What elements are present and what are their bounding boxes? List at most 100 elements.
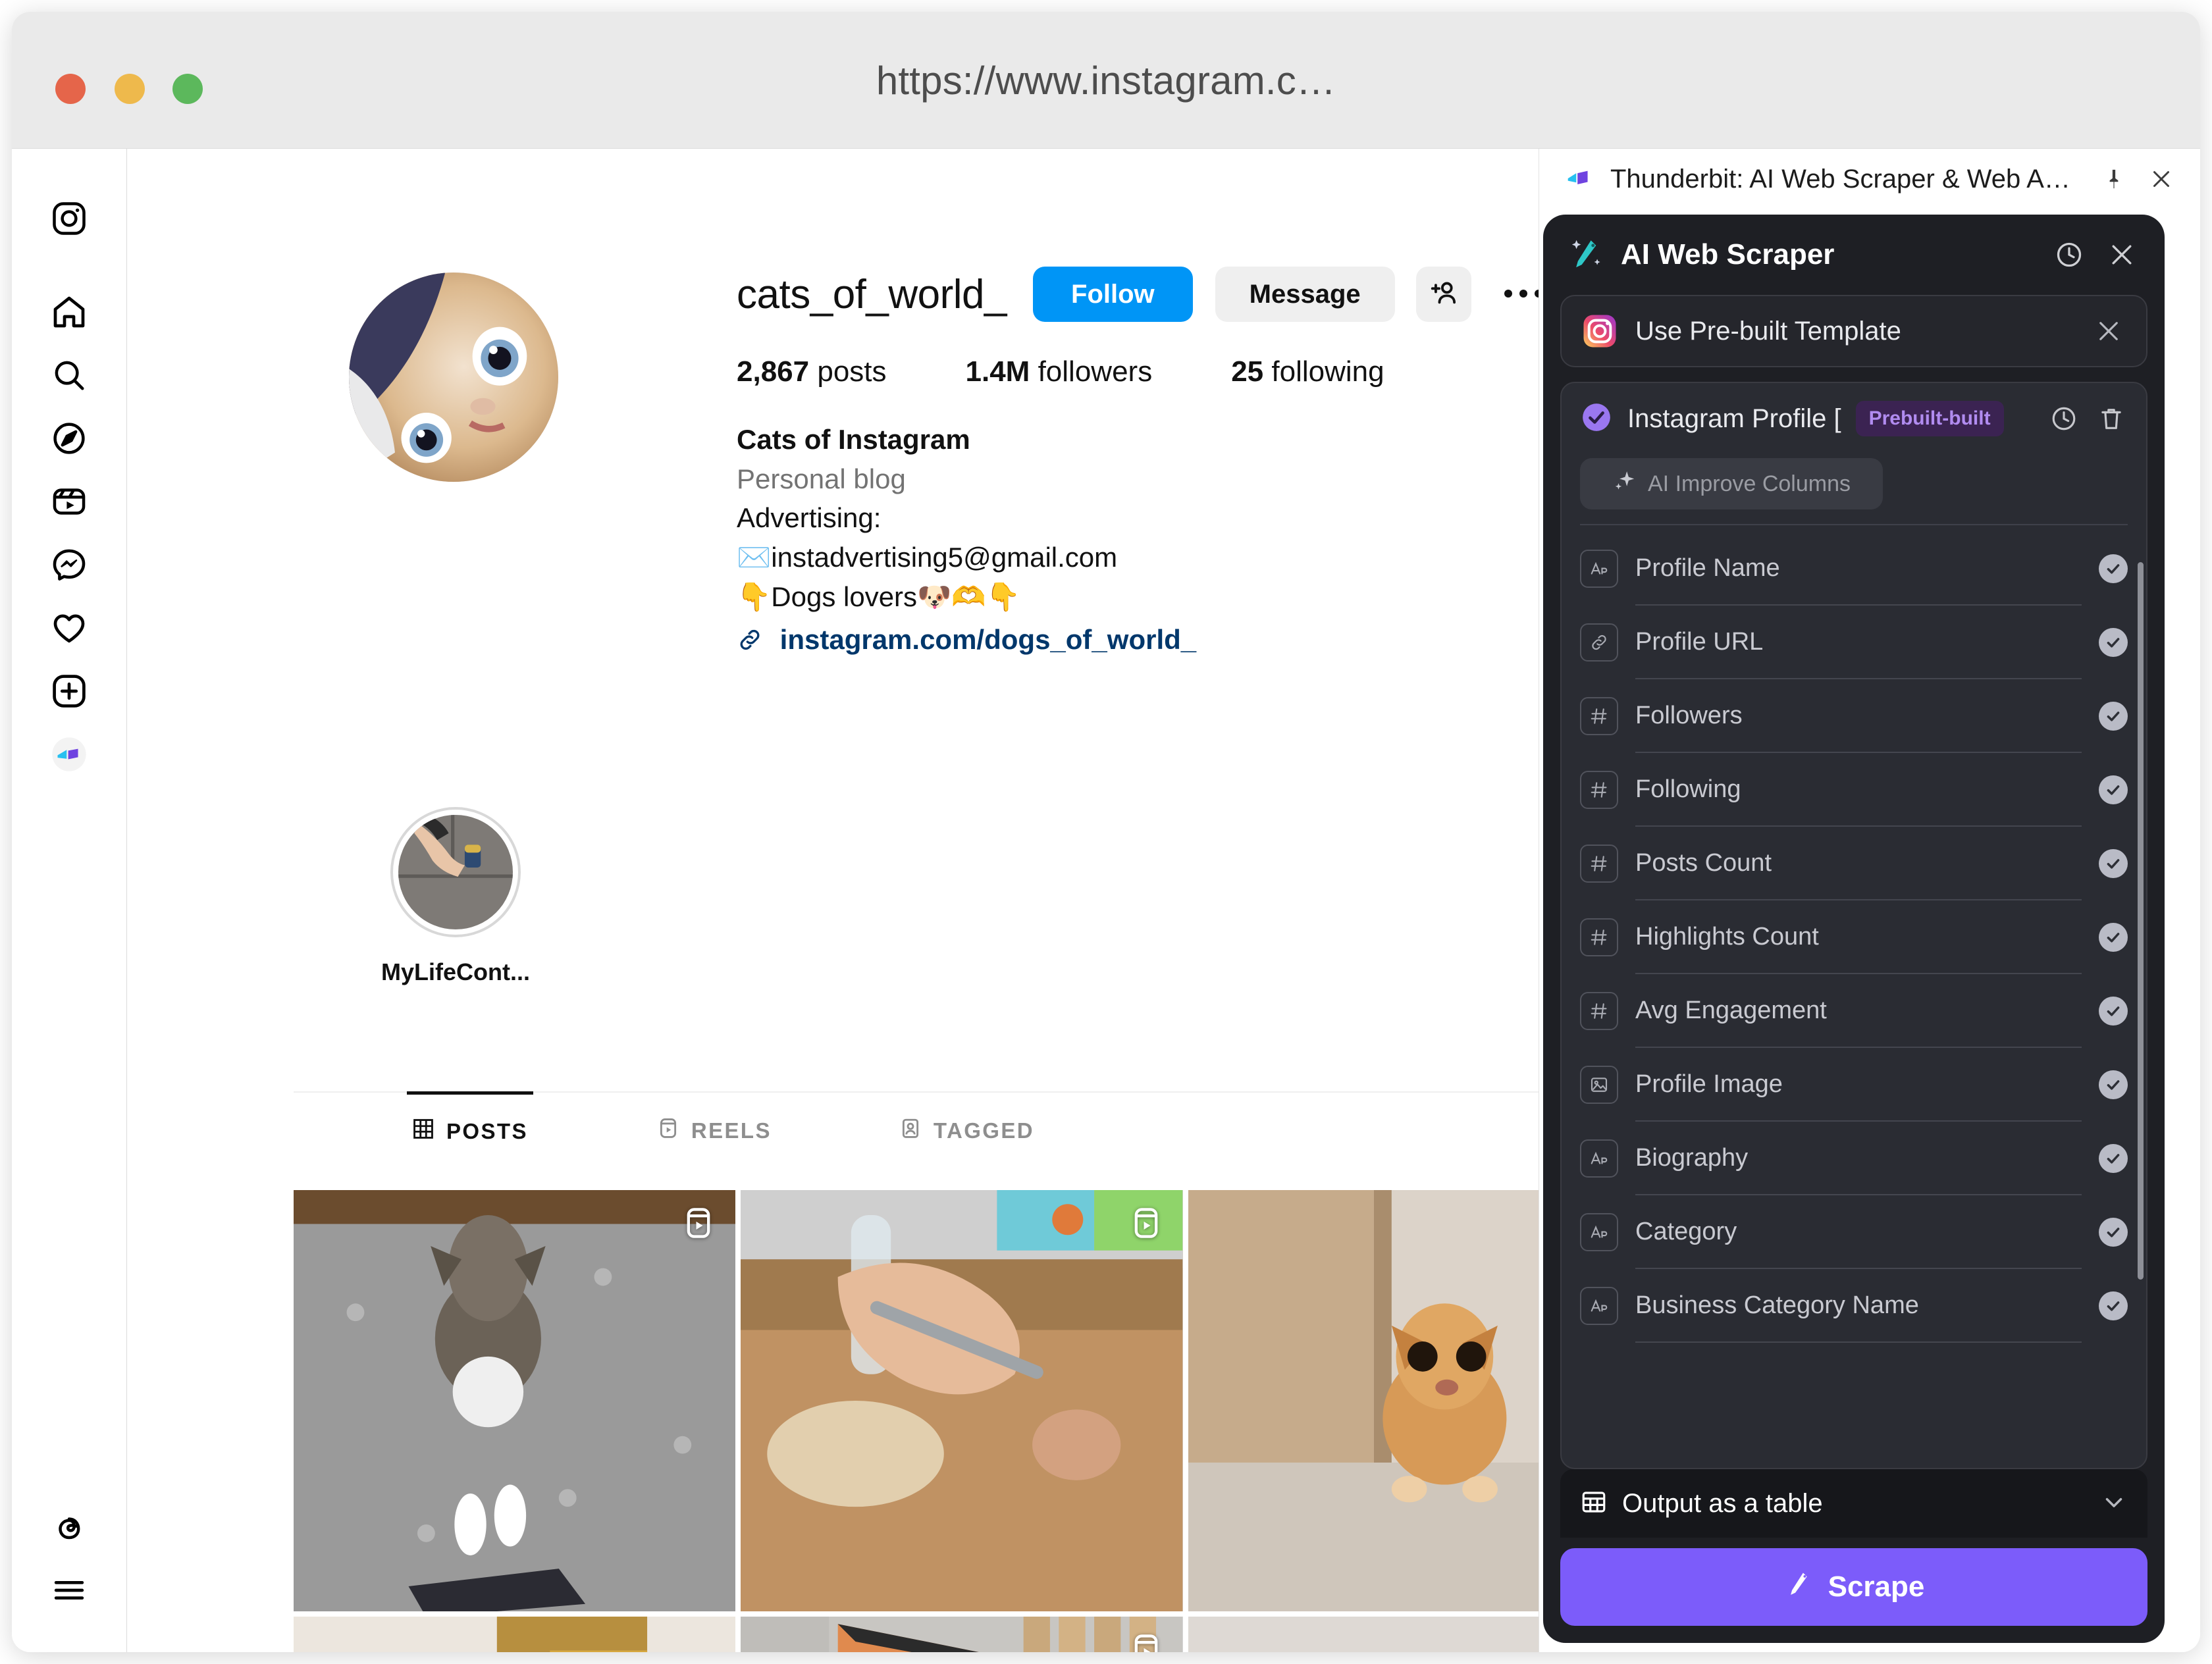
tab-posts[interactable]: POSTS — [407, 1091, 533, 1168]
field-row[interactable]: Posts Count — [1580, 827, 2128, 900]
field-enabled-checkbox[interactable] — [2099, 849, 2128, 878]
post-thumbnail — [741, 1617, 1183, 1652]
field-name-input[interactable]: Profile URL — [1635, 606, 2082, 679]
post-cell[interactable] — [294, 1190, 736, 1611]
stat-following[interactable]: 25 following — [1231, 355, 1384, 388]
thunderbit-icon — [1563, 163, 1593, 196]
field-name-input[interactable]: Highlights Count — [1635, 900, 2082, 974]
plus-square-icon — [51, 673, 88, 710]
stat-posts[interactable]: 2,867 posts — [737, 355, 887, 388]
sidebar-item-threads[interactable] — [38, 1495, 101, 1559]
close-icon[interactable] — [2146, 164, 2176, 194]
thunderbit-side-panel: Thunderbit: AI Web Scraper & Web A… AI W… — [1539, 149, 2200, 1652]
delete-trash-icon[interactable] — [2095, 402, 2128, 435]
tab-reels[interactable]: REELS — [652, 1093, 777, 1169]
field-name-input[interactable]: Following — [1635, 753, 2082, 827]
field-enabled-checkbox[interactable] — [2099, 702, 2128, 731]
sidebar-item-notifications[interactable] — [38, 596, 101, 660]
stat-posts-value: 2,867 — [737, 355, 810, 388]
message-button[interactable]: Message — [1215, 267, 1395, 322]
sidebar-item-thunderbit[interactable] — [38, 723, 101, 786]
sidebar-item-search[interactable] — [38, 344, 101, 407]
field-enabled-checkbox[interactable] — [2099, 997, 2128, 1026]
bio-category: Personal blog — [737, 463, 906, 494]
stat-followers-value: 1.4M — [965, 355, 1030, 388]
instagram-icon — [1581, 313, 1618, 350]
field-enabled-checkbox[interactable] — [2099, 775, 2128, 804]
bio-external-link[interactable]: instagram.com/dogs_of_world_ — [780, 620, 1196, 660]
person-add-icon — [1429, 278, 1459, 311]
field-row[interactable]: Following — [1580, 753, 2128, 827]
browser-window: https://www.instagram.c… cats_of_world_ … — [12, 12, 2200, 1652]
tab-reels-label: REELS — [691, 1118, 772, 1143]
profile-avatar[interactable] — [349, 273, 558, 482]
bio-full-name: Cats of Instagram — [737, 424, 970, 455]
highlight-item[interactable] — [390, 807, 521, 937]
field-enabled-checkbox[interactable] — [2099, 1218, 2128, 1247]
sidebar-item-more[interactable] — [38, 1559, 101, 1622]
add-person-button[interactable] — [1415, 267, 1471, 322]
sidebar-item-explore[interactable] — [38, 407, 101, 470]
field-enabled-checkbox[interactable] — [2099, 628, 2128, 657]
sidebar-item-reels[interactable] — [38, 470, 101, 533]
post-thumbnail — [294, 1190, 736, 1611]
link-icon — [737, 624, 763, 663]
post-cell[interactable] — [741, 1190, 1183, 1611]
field-row[interactable]: Profile Image — [1580, 1048, 2128, 1122]
history-clock-icon[interactable] — [2051, 237, 2087, 273]
prebuilt-template-banner[interactable]: Use Pre-built Template — [1560, 295, 2147, 367]
post-cell[interactable] — [741, 1617, 1183, 1652]
field-row[interactable]: Biography — [1580, 1122, 2128, 1195]
stat-following-value: 25 — [1231, 355, 1264, 388]
sidebar-item-home[interactable] — [38, 280, 101, 344]
field-enabled-checkbox[interactable] — [2099, 1291, 2128, 1320]
field-row[interactable]: Category — [1580, 1195, 2128, 1269]
scrape-button[interactable]: Scrape — [1560, 1548, 2147, 1626]
reels-icon — [657, 1117, 679, 1145]
field-name-input[interactable]: Business Category Name — [1635, 1269, 2082, 1343]
follow-button[interactable]: Follow — [1033, 267, 1193, 322]
field-enabled-checkbox[interactable] — [2099, 554, 2128, 583]
field-name-input[interactable]: Profile Image — [1635, 1048, 2082, 1122]
tab-tagged[interactable]: TAGGED — [894, 1093, 1040, 1169]
field-enabled-checkbox[interactable] — [2099, 1144, 2128, 1173]
highlight-cover-image — [398, 815, 513, 929]
close-icon[interactable] — [2091, 313, 2126, 349]
stat-followers[interactable]: 1.4M followers — [966, 355, 1153, 388]
stat-following-label: following — [1271, 355, 1384, 388]
field-row[interactable]: Avg Engagement — [1580, 974, 2128, 1048]
field-row[interactable]: Profile URL — [1580, 606, 2128, 679]
ai-improve-label: AI Improve Columns — [1648, 471, 1851, 496]
sidebar-item-create[interactable] — [38, 660, 101, 723]
sidebar-item-messages[interactable] — [38, 533, 101, 596]
close-icon[interactable] — [2104, 237, 2140, 273]
sidebar-item-instagram-logo[interactable] — [38, 187, 101, 250]
field-name-input[interactable]: Biography — [1635, 1122, 2082, 1195]
reel-badge-icon — [681, 1206, 716, 1240]
search-icon — [51, 357, 87, 393]
field-name-input[interactable]: Followers — [1635, 679, 2082, 753]
address-bar-url[interactable]: https://www.instagram.c… — [12, 12, 2200, 149]
template-row[interactable]: Instagram Profile [ Prebuilt-built — [1562, 383, 2146, 454]
field-row[interactable]: Profile Name — [1580, 532, 2128, 606]
history-clock-icon[interactable] — [2047, 402, 2080, 435]
pin-icon[interactable] — [2099, 164, 2129, 194]
field-row[interactable]: Followers — [1580, 679, 2128, 753]
field-row[interactable]: Business Category Name — [1580, 1269, 2128, 1343]
field-name-input[interactable]: Avg Engagement — [1635, 974, 2082, 1048]
panel-header: AI Web Scraper — [1543, 215, 2165, 295]
post-cell[interactable] — [294, 1617, 736, 1652]
field-type-icon — [1580, 771, 1618, 809]
field-row[interactable]: Highlights Count — [1580, 900, 2128, 974]
output-format-select[interactable]: Output as a table — [1560, 1469, 2147, 1538]
ai-improve-columns-button[interactable]: AI Improve Columns — [1580, 458, 1883, 509]
field-name-input[interactable]: Profile Name — [1635, 532, 2082, 606]
bio-line-dogs: 👇Dogs lovers🐶🫶👇 — [737, 581, 1020, 612]
prebuilt-banner-label: Use Pre-built Template — [1635, 316, 1901, 346]
field-enabled-checkbox[interactable] — [2099, 1070, 2128, 1099]
field-name-input[interactable]: Category — [1635, 1195, 2082, 1269]
fields-scrollbar-thumb[interactable] — [2138, 562, 2144, 1280]
field-name-input[interactable]: Posts Count — [1635, 827, 2082, 900]
field-enabled-checkbox[interactable] — [2099, 923, 2128, 952]
field-type-icon — [1580, 697, 1618, 735]
